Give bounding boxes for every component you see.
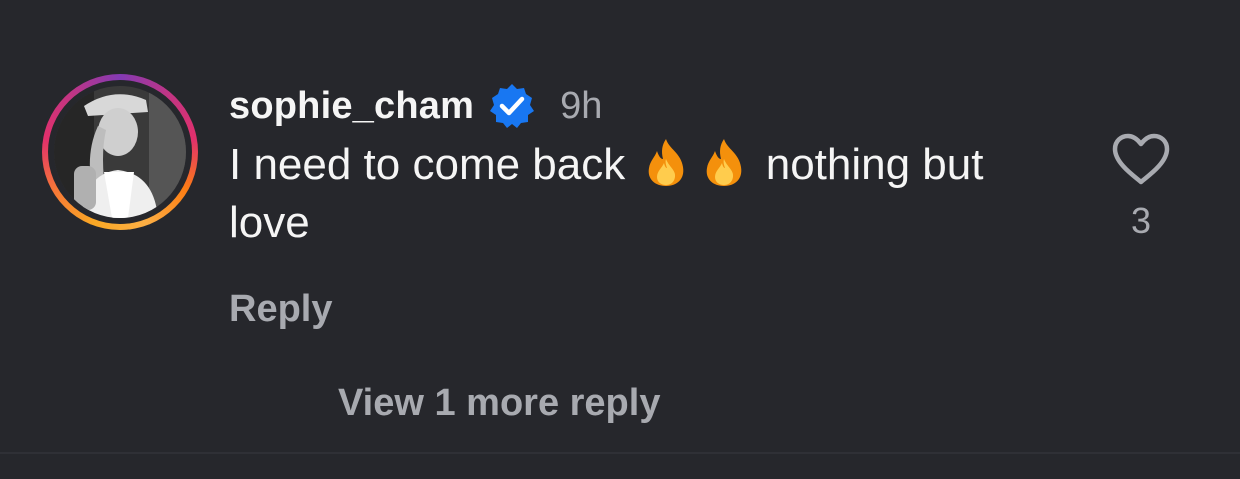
avatar-ring-gap: [48, 80, 192, 224]
view-more-replies-button[interactable]: View 1 more reply: [338, 382, 660, 425]
divider: [0, 452, 1240, 454]
like-column: 3: [1100, 132, 1182, 242]
avatar-photo: [54, 86, 186, 218]
comment-item: sophie_cham 9h I need to come back nothi…: [0, 0, 1240, 479]
avatar[interactable]: [42, 74, 198, 230]
fire-emoji-icon: [643, 137, 689, 187]
like-count: 3: [1130, 200, 1152, 241]
comment-text: I need to come back nothing but love: [229, 136, 1049, 252]
fire-emoji-icon: [701, 137, 747, 187]
verified-badge-icon: [488, 82, 536, 130]
timestamp: 9h: [560, 84, 603, 127]
reply-button[interactable]: Reply: [229, 288, 332, 331]
comment-text-part-1: I need to come back: [229, 140, 626, 189]
comment-header: sophie_cham 9h: [229, 82, 1079, 130]
username[interactable]: sophie_cham: [229, 85, 474, 128]
heart-outline-icon[interactable]: [1111, 132, 1171, 186]
comment-body: sophie_cham 9h I need to come back nothi…: [229, 82, 1079, 252]
